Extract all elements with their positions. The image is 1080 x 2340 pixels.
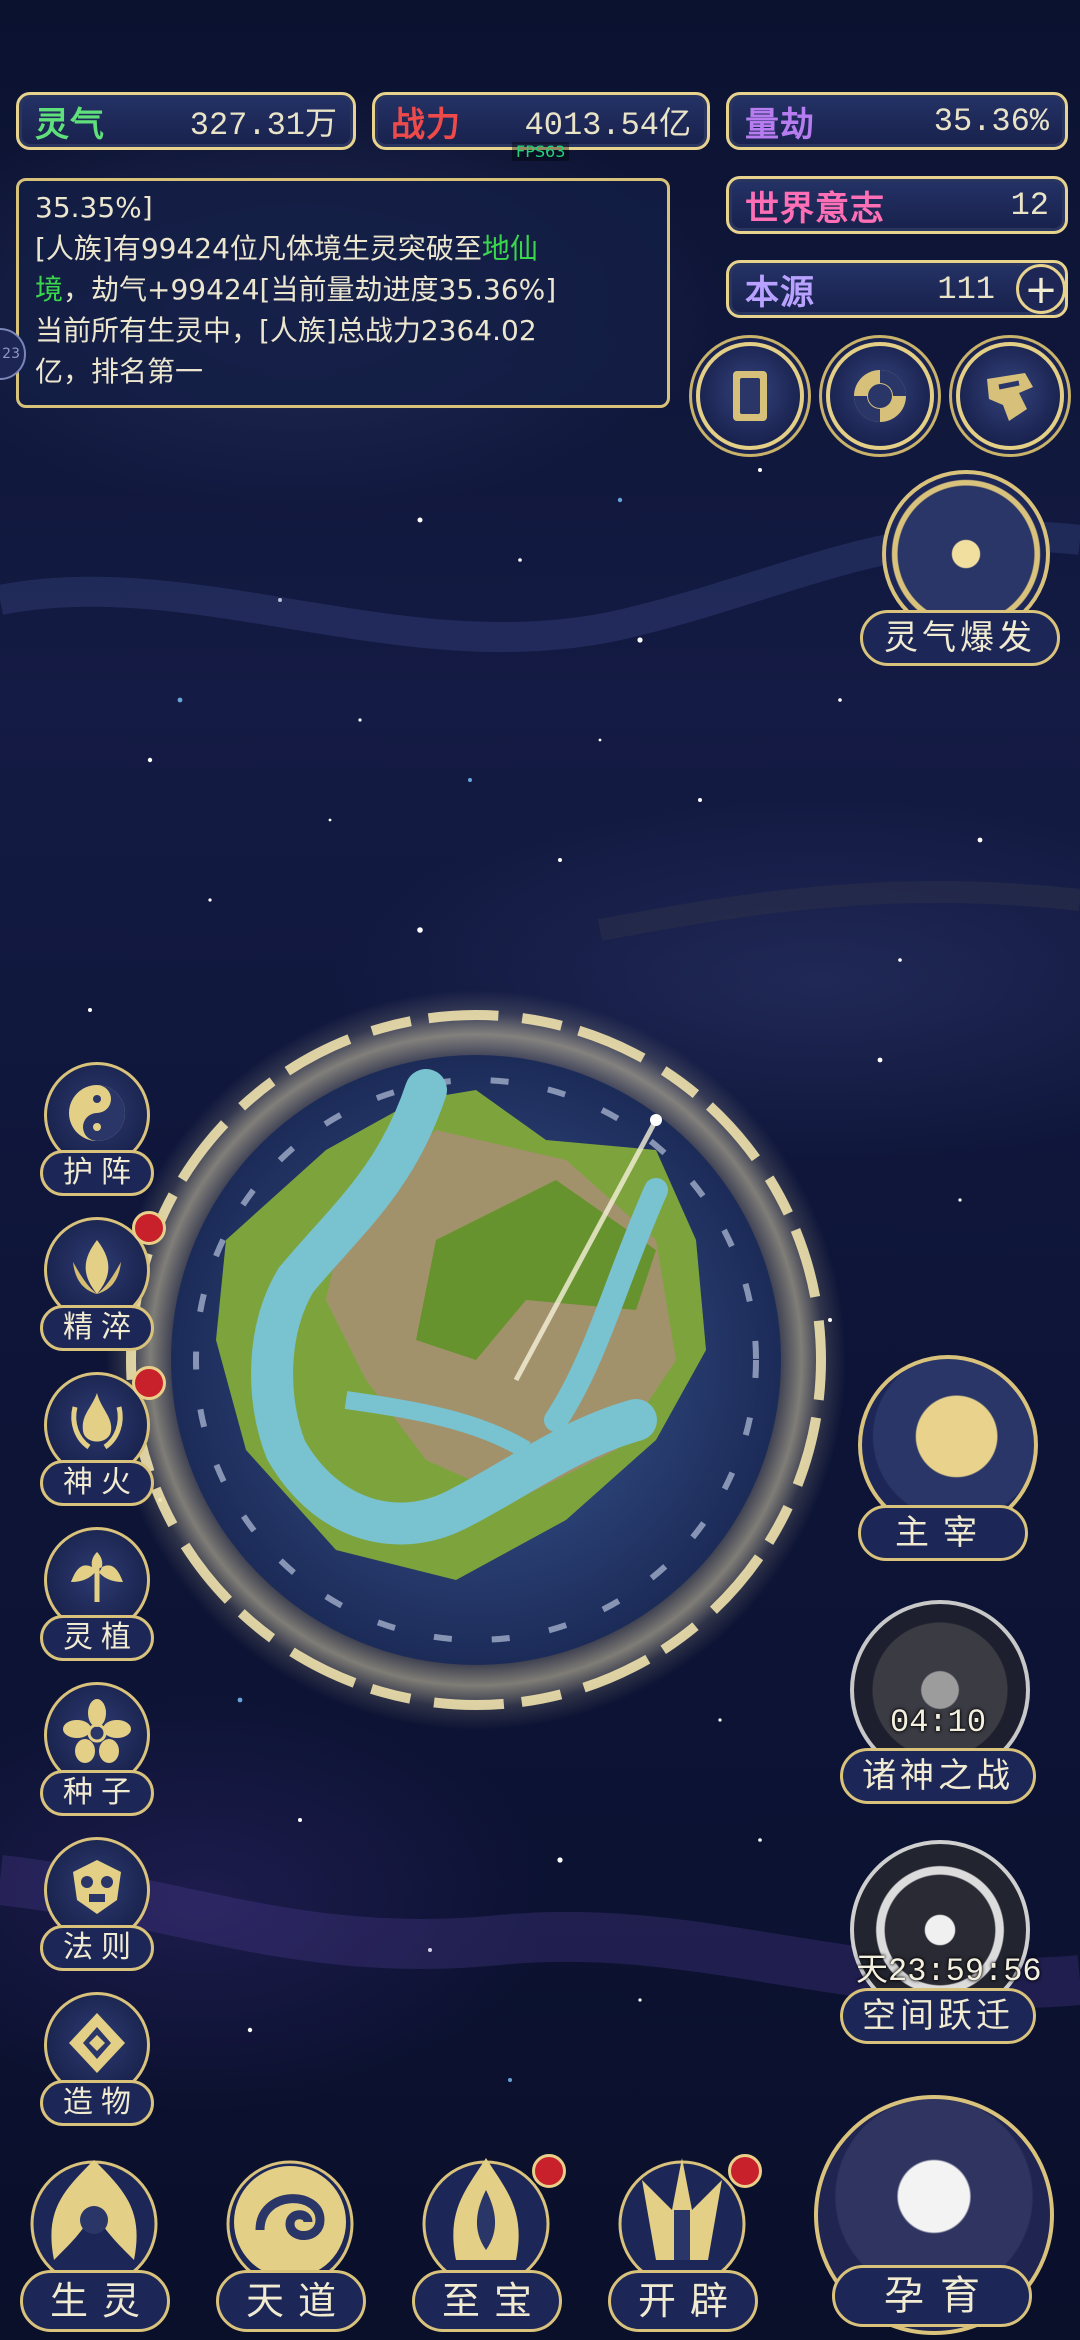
side-menu-item[interactable]: 护阵 — [32, 1062, 162, 1212]
bottom-nav-label: 生灵 — [20, 2270, 170, 2332]
yin-yang-icon — [69, 1085, 125, 1141]
creation-diamond-icon — [69, 2013, 125, 2073]
spirit-burst-feature[interactable]: 灵气爆发 — [860, 470, 1070, 680]
log-highlight: 境 — [35, 273, 64, 306]
log-line: 境，劫气+99424[当前量劫进度35.36%] — [35, 269, 651, 310]
zhanli-label: 战力 — [391, 104, 461, 145]
side-menu-label: 护阵 — [40, 1150, 154, 1196]
ruler-label: 主宰 — [858, 1505, 1028, 1561]
vortex-icon — [854, 370, 906, 422]
log-line: 当前所有生灵中，[人族]总战力2364.02 — [35, 314, 537, 347]
notification-dot — [728, 2154, 762, 2188]
divine-fire-icon — [71, 1393, 123, 1450]
bottom-nav-item[interactable]: 生灵 — [4, 2150, 184, 2340]
space-warp-feature[interactable]: 天23:59:56 空间跃迁 — [836, 1840, 1056, 2060]
flame-lotus-icon — [73, 1240, 121, 1294]
notification-dot — [532, 2154, 566, 2188]
side-menu-label: 灵植 — [40, 1615, 154, 1661]
spirit-burst-label: 灵气爆发 — [860, 610, 1060, 666]
side-menu-item[interactable]: 种子 — [32, 1682, 162, 1832]
side-menu-item[interactable]: 精淬 — [32, 1211, 166, 1367]
zhanli-value: 4013.54亿 — [524, 107, 691, 144]
log-line: [人族]有99424位凡体境生灵突破至地仙 — [35, 228, 651, 269]
benyuan-label: 本源 — [745, 272, 815, 313]
log-text: [人族]有99424位凡体境生灵突破至 — [35, 232, 482, 265]
side-menu-label: 神火 — [40, 1460, 154, 1506]
side-menu-item[interactable]: 神火 — [32, 1366, 166, 1522]
side-menu-label: 精淬 — [40, 1305, 154, 1351]
world-will-value: 12 — [1010, 186, 1049, 224]
flag-icon — [987, 373, 1033, 421]
side-menu-label: 造物 — [40, 2080, 154, 2126]
notification-dot — [132, 1211, 166, 1245]
bottom-nav-label: 天道 — [216, 2270, 366, 2332]
ruler-feature[interactable]: 主宰 — [850, 1355, 1050, 1575]
liangjie-stat[interactable]: 量劫 35.36% — [726, 92, 1068, 150]
side-menu-label: 法则 — [40, 1925, 154, 1971]
log-line: 亿，排名第一 — [35, 355, 204, 388]
god-war-feature[interactable]: 04:10 诸神之战 — [836, 1600, 1046, 1820]
nurture-label: 孕育 — [832, 2265, 1032, 2327]
nurture-button[interactable]: 孕育 — [812, 2095, 1074, 2335]
side-menu-item[interactable]: 法则 — [32, 1837, 162, 1987]
bottom-nav-item[interactable]: 至宝 — [396, 2150, 576, 2340]
flower-seed-icon — [63, 1699, 131, 1763]
side-menu-item[interactable]: 造物 — [32, 1992, 162, 2142]
vortex-button[interactable] — [826, 342, 934, 450]
space-warp-label: 空间跃迁 — [840, 1988, 1036, 2044]
space-warp-timer: 天23:59:56 — [856, 1953, 1042, 1990]
log-highlight: 地仙 — [481, 232, 538, 265]
planet-world[interactable] — [96, 980, 856, 1740]
log-line: 35.35%] — [35, 191, 153, 224]
lingqi-stat: 灵气 327.31万 — [16, 92, 356, 150]
log-text: ，劫气+99424[当前量劫进度35.36%] — [63, 273, 557, 306]
side-menu-label: 种子 — [40, 1770, 154, 1816]
law-totem-icon — [73, 1860, 121, 1914]
event-log[interactable]: 35.35%] [人族]有99424位凡体境生灵突破至地仙 境，劫气+99424… — [16, 178, 670, 408]
flag-button[interactable] — [956, 342, 1064, 450]
bottom-nav-label: 开辟 — [608, 2270, 758, 2332]
creature-nav-icon — [30, 2160, 158, 2288]
add-benyuan-button[interactable]: + — [1016, 264, 1066, 314]
heaven-way-nav-icon — [226, 2160, 354, 2288]
liangjie-value: 35.36% — [933, 102, 1049, 140]
card-icon — [733, 371, 767, 421]
lingqi-value: 327.31万 — [189, 107, 337, 144]
god-war-label: 诸神之战 — [840, 1748, 1036, 1804]
fps-counter: FPS63 — [512, 142, 570, 161]
world-will-stat[interactable]: 世界意志 12 — [726, 176, 1068, 234]
benyuan-value: 111 — [937, 270, 995, 308]
bottom-nav-label: 至宝 — [412, 2270, 562, 2332]
card-button[interactable] — [696, 342, 804, 450]
spirit-plant-icon — [71, 1552, 123, 1602]
liangjie-label: 量劫 — [745, 104, 815, 145]
bottom-nav-item[interactable]: 天道 — [200, 2150, 380, 2340]
world-will-label: 世界意志 — [745, 188, 885, 229]
god-war-timer: 04:10 — [890, 1704, 987, 1741]
bottom-nav-item[interactable]: 开辟 — [592, 2150, 772, 2340]
lingqi-label: 灵气 — [35, 104, 105, 145]
notification-dot — [132, 1366, 166, 1400]
side-menu-item[interactable]: 灵植 — [32, 1527, 162, 1677]
